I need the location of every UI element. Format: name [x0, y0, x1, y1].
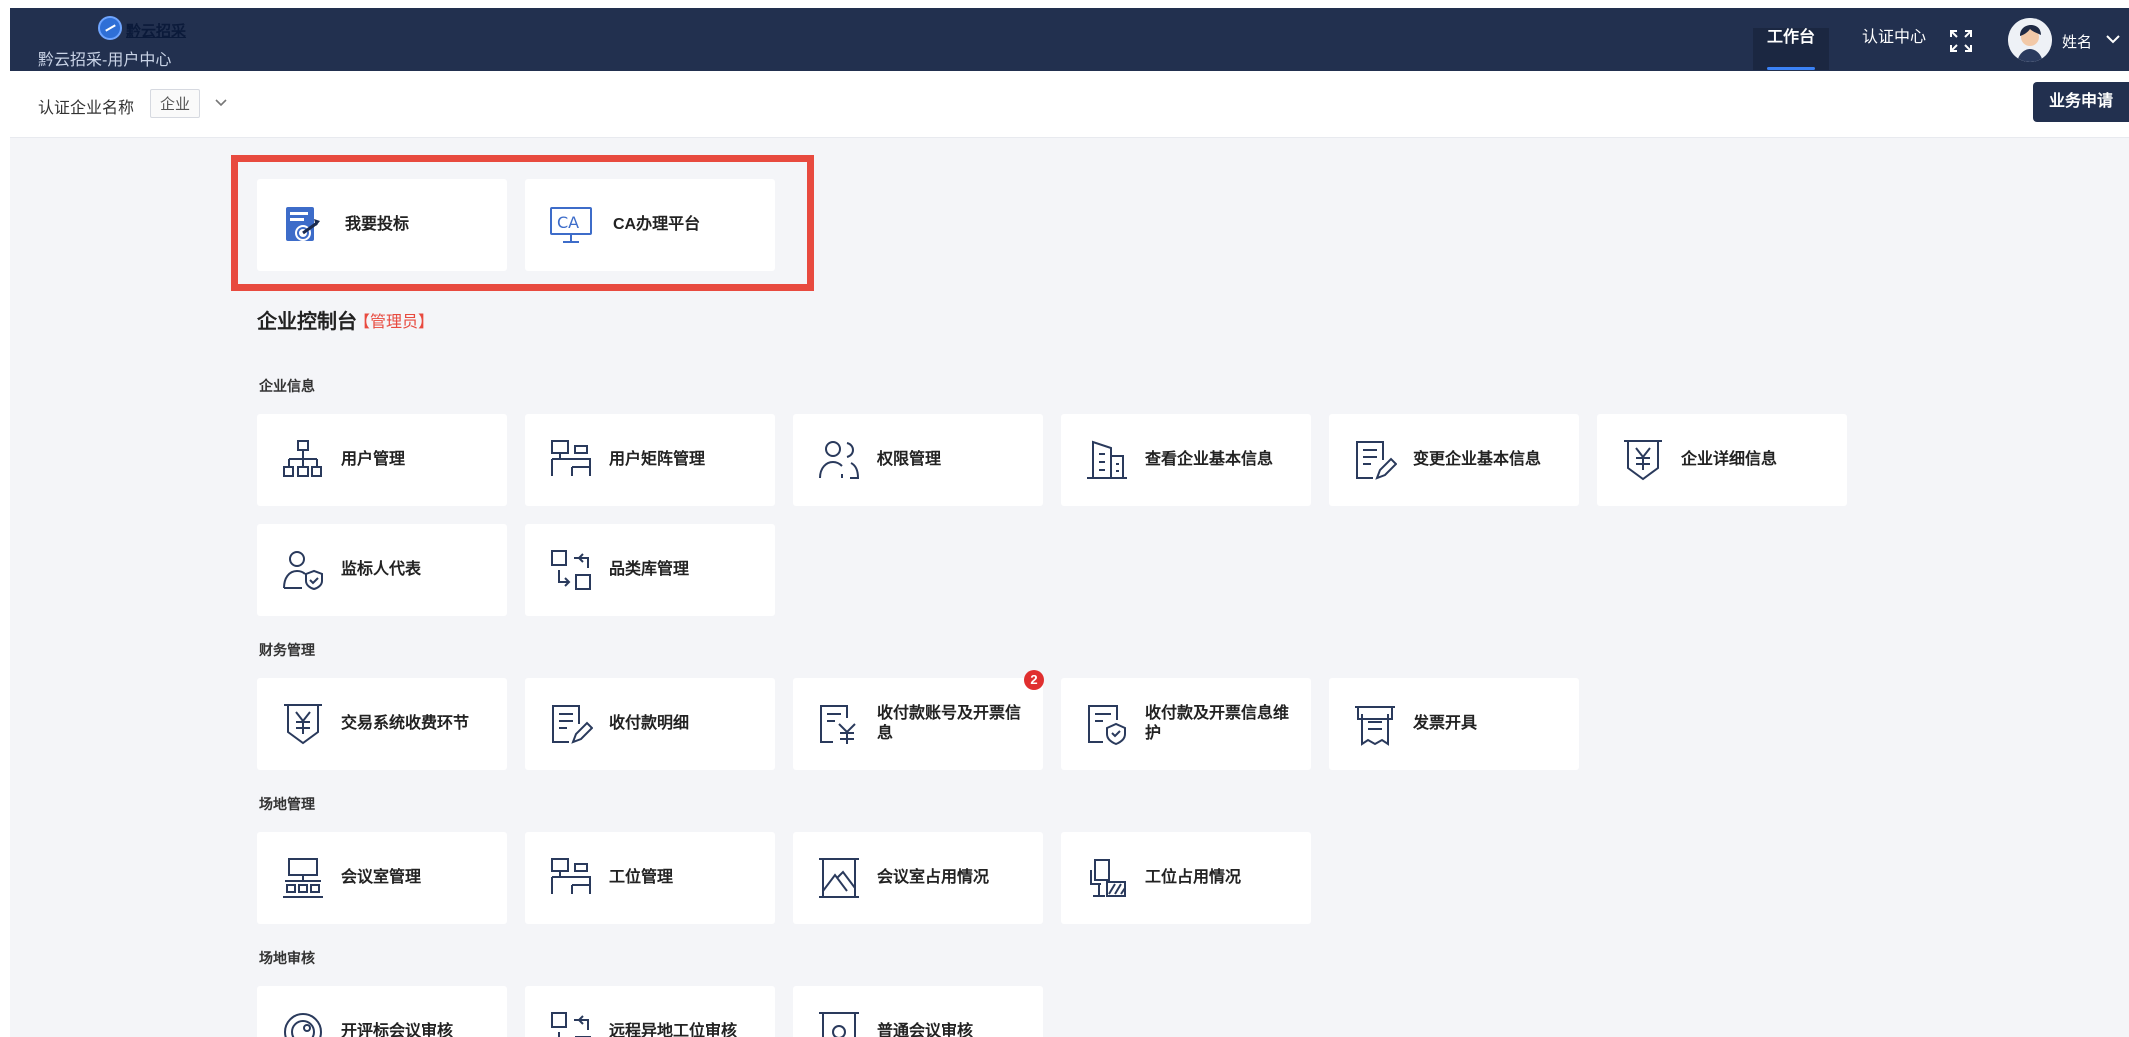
meeting-room-icon [281, 856, 325, 900]
room-usage-icon [817, 856, 861, 900]
card-label: 用户管理 [341, 451, 406, 468]
card-label: 会议室管理 [341, 869, 422, 886]
logo[interactable]: 黔云招采 黔云招采-用户中心 [38, 16, 238, 69]
edit-document-icon [1353, 438, 1397, 482]
card-label: 收付款及开票信息维护 [1145, 705, 1290, 742]
yen-shield-icon [1621, 438, 1665, 482]
company-name-label: 认证企业名称 [38, 100, 135, 117]
user-shield-icon [281, 548, 325, 592]
card-label: 监标人代表 [341, 561, 422, 578]
card-label: 查看企业基本信息 [1145, 451, 1274, 468]
card-bid[interactable]: 我要投标 [257, 179, 507, 271]
card-label: 普通会议审核 [877, 1023, 974, 1037]
card-label: CA办理平台 [613, 216, 701, 233]
card-seat-usage[interactable]: 工位占用情况 [1061, 832, 1311, 924]
card-category[interactable]: 品类库管理 [525, 524, 775, 616]
users-icon [817, 438, 861, 482]
card-invoice-issue[interactable]: 发票开具 [1329, 678, 1579, 770]
section-title-review: 场地审核 [259, 950, 315, 966]
user-name[interactable]: 姓名 [2062, 31, 2092, 52]
card-permission[interactable]: 权限管理 [793, 414, 1043, 506]
card-label: 交易系统收费环节 [341, 715, 470, 732]
card-ca-platform[interactable]: CA CA办理平台 [525, 179, 775, 271]
building-icon [1085, 438, 1129, 482]
card-user-matrix[interactable]: 用户矩阵管理 [525, 414, 775, 506]
card-label: 工位管理 [609, 869, 674, 886]
card-supervisor[interactable]: 监标人代表 [257, 524, 507, 616]
business-apply-button[interactable]: 业务申请 [2033, 82, 2129, 122]
card-label: 工位占用情况 [1145, 869, 1242, 886]
card-general-meeting-review[interactable]: 普通会议审核 [793, 986, 1043, 1037]
card-invoice-maintenance[interactable]: 收付款及开票信息维护 [1061, 678, 1311, 770]
avatar[interactable] [2008, 18, 2052, 62]
bid-document-icon [281, 203, 325, 247]
company-bar: 认证企业名称 企业 业务申请 [10, 71, 2129, 138]
nav-workbench[interactable]: 工作台 [1753, 28, 1830, 70]
card-label: 企业详细信息 [1681, 451, 1778, 468]
card-label: 用户矩阵管理 [609, 451, 706, 468]
logo-subtitle: 黔云招采-用户中心 [38, 52, 172, 69]
card-label: 发票开具 [1413, 715, 1478, 732]
seat-usage-icon [1085, 856, 1129, 900]
meeting-review-icon [281, 1010, 325, 1037]
category-swap-icon [549, 548, 593, 592]
card-room-usage[interactable]: 会议室占用情况 [793, 832, 1043, 924]
yen-document-icon [817, 702, 861, 746]
shield-document-icon [1085, 702, 1129, 746]
ca-monitor-icon: CA [549, 203, 593, 247]
card-label: 变更企业基本信息 [1413, 451, 1542, 468]
logo-word: 黔云招采 [126, 23, 187, 40]
card-label: 收付款明细 [609, 715, 690, 732]
app-frame: 黔云招采 黔云招采-用户中心 工作台 认证中心 姓名 认证企业名称 企业 业务申… [10, 8, 2129, 1037]
notification-badge: 2 [1024, 670, 1044, 690]
logo-icon [98, 16, 122, 40]
org-chart-icon [281, 438, 325, 482]
remote-seat-icon [549, 1010, 593, 1037]
workstation-icon [549, 438, 593, 482]
card-company-detail[interactable]: 企业详细信息 [1597, 414, 1847, 506]
console-title: 企业控制台 [257, 311, 357, 333]
section-title-venue: 场地管理 [259, 796, 315, 812]
card-view-company[interactable]: 查看企业基本信息 [1061, 414, 1311, 506]
card-account-invoice[interactable]: 收付款账号及开票信息 [793, 678, 1043, 770]
card-label: 权限管理 [877, 451, 942, 468]
card-label: 远程异地工位审核 [609, 1023, 738, 1037]
card-user-management[interactable]: 用户管理 [257, 414, 507, 506]
edit-document-icon [549, 702, 593, 746]
card-edit-company[interactable]: 变更企业基本信息 [1329, 414, 1579, 506]
card-label: 收付款账号及开票信息 [877, 705, 1022, 742]
card-label: 品类库管理 [609, 561, 690, 578]
role-badge: 【管理员】 [354, 314, 435, 331]
card-label: 我要投标 [345, 216, 410, 233]
section-title-company: 企业信息 [259, 378, 315, 394]
svg-text:CA: CA [557, 213, 579, 232]
general-meeting-icon [817, 1010, 861, 1037]
card-label: 开评标会议审核 [341, 1023, 454, 1037]
company-type-select[interactable]: 企业 [150, 89, 201, 118]
card-remote-seat-review[interactable]: 远程异地工位审核 [525, 986, 775, 1037]
chevron-down-icon[interactable] [213, 94, 229, 110]
card-payment-detail[interactable]: 收付款明细 [525, 678, 775, 770]
chevron-down-icon[interactable] [2104, 30, 2122, 48]
nav-auth-center[interactable]: 认证中心 [1848, 28, 1940, 70]
card-label: 会议室占用情况 [877, 869, 990, 886]
workstation-icon [549, 856, 593, 900]
card-trade-fee[interactable]: 交易系统收费环节 [257, 678, 507, 770]
fullscreen-icon[interactable] [1948, 28, 1974, 54]
top-navbar: 黔云招采 黔云招采-用户中心 工作台 认证中心 姓名 [10, 8, 2129, 71]
card-workstation[interactable]: 工位管理 [525, 832, 775, 924]
invoice-printer-icon [1353, 702, 1397, 746]
section-title-finance: 财务管理 [259, 642, 315, 658]
card-meeting-review[interactable]: 开评标会议审核 [257, 986, 507, 1037]
yen-shield-icon [281, 702, 325, 746]
card-meeting-room[interactable]: 会议室管理 [257, 832, 507, 924]
